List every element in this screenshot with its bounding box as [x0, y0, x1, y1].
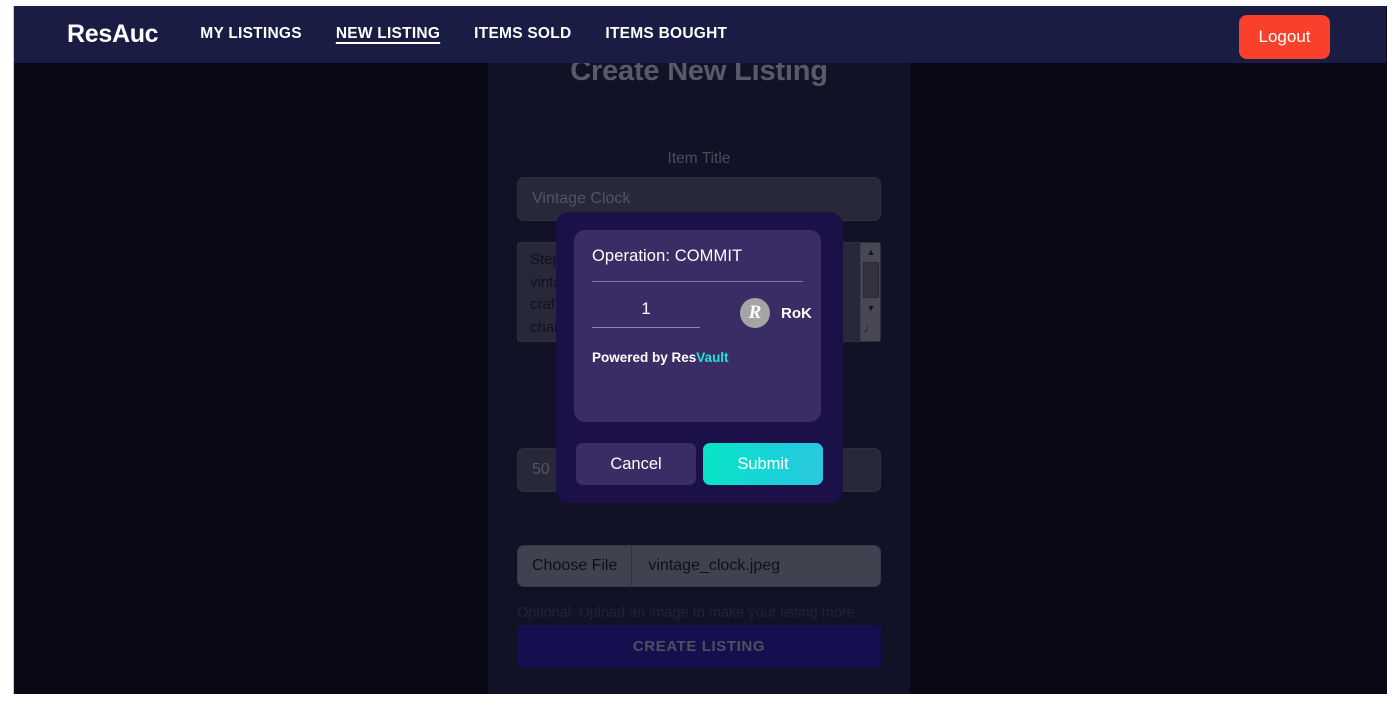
token-badge: R RoK — [740, 298, 812, 328]
modal-action-buttons: Cancel Submit — [576, 443, 823, 485]
amount-underline — [592, 326, 700, 328]
token-name: RoK — [781, 304, 812, 322]
top-navbar: ResAuc MY LISTINGS NEW LISTING ITEMS SOL… — [14, 6, 1386, 63]
resvault-transaction-modal: Operation: COMMIT 1 R RoK Powered by Res… — [556, 212, 843, 503]
operation-title: Operation: COMMIT — [592, 247, 743, 265]
logout-button[interactable]: Logout — [1239, 15, 1330, 59]
amount-row: 1 R RoK — [592, 298, 812, 328]
brand-logo[interactable]: ResAuc — [67, 20, 159, 49]
powered-by-vault: Vault — [696, 350, 729, 365]
rok-token-icon: R — [740, 298, 770, 328]
powered-by-label: Powered by ResVault — [592, 350, 803, 365]
browser-page: ResAuc MY LISTINGS NEW LISTING ITEMS SOL… — [13, 6, 1387, 694]
amount-value[interactable]: 1 — [592, 299, 700, 327]
modal-divider — [592, 281, 803, 282]
cancel-button[interactable]: Cancel — [576, 443, 696, 485]
nav-link-items-sold[interactable]: ITEMS SOLD — [474, 25, 571, 45]
amount-field[interactable]: 1 — [592, 299, 700, 328]
nav-link-new-listing[interactable]: NEW LISTING — [336, 25, 440, 45]
powered-by-prefix: Powered by Res — [592, 350, 697, 365]
nav-link-my-listings[interactable]: MY LISTINGS — [200, 25, 302, 45]
submit-button[interactable]: Submit — [703, 443, 823, 485]
modal-content-panel: Operation: COMMIT 1 R RoK Powered by Res… — [574, 230, 821, 422]
nav-link-items-bought[interactable]: ITEMS BOUGHT — [605, 25, 727, 45]
